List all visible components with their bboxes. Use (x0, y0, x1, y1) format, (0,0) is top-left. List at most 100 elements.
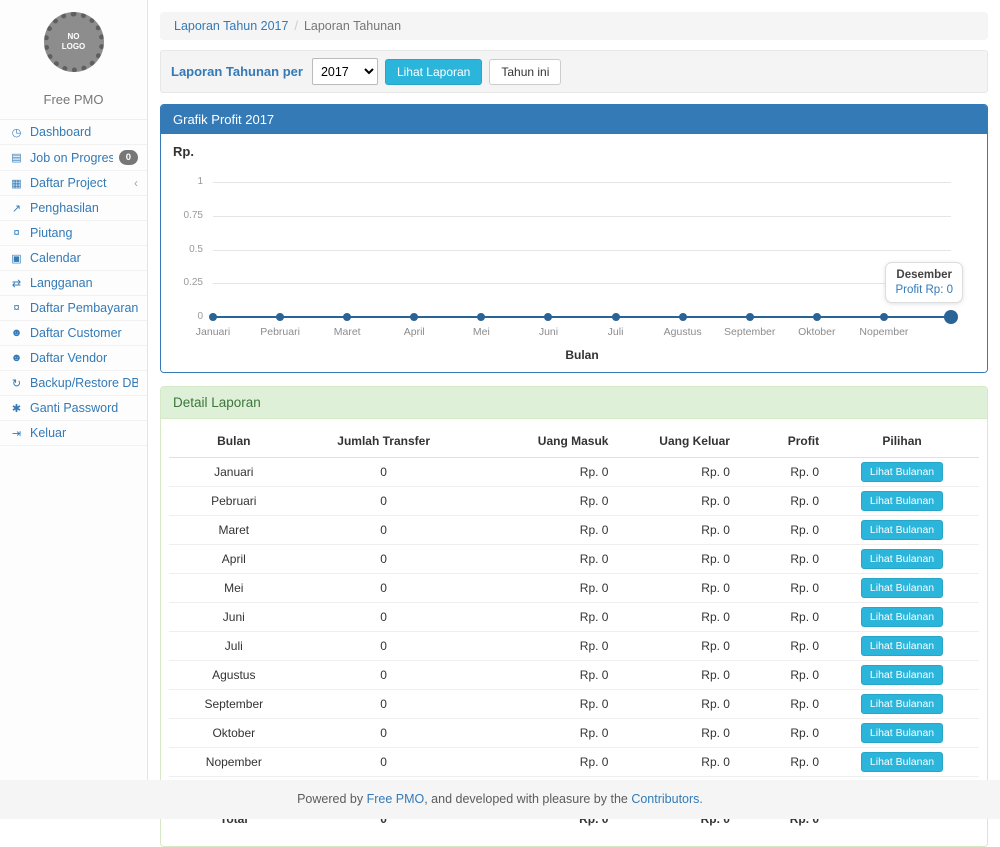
view-monthly-button-mei[interactable]: Lihat Bulanan (861, 578, 943, 598)
table-cell: Rp. 0 (736, 545, 825, 574)
chart-gridline (213, 250, 951, 251)
table-cell: 0 (299, 516, 469, 545)
chart-panel-title: Grafik Profit 2017 (161, 105, 987, 134)
table-cell: Rp. 0 (469, 719, 615, 748)
page: NO LOGO Free PMO ◷Dashboard▤Job on Progr… (0, 0, 1000, 819)
view-monthly-button-nopember[interactable]: Lihat Bulanan (861, 752, 943, 772)
table-cell: Maret (169, 516, 299, 545)
chart-point-desember[interactable] (944, 310, 958, 324)
sidebar-item-daftar-project[interactable]: ▦Daftar Project‹ (0, 171, 147, 196)
table-cell: Rp. 0 (469, 545, 615, 574)
column-header-uang-masuk: Uang Masuk (469, 425, 615, 458)
footer-link-free-pmo[interactable]: Free PMO (367, 792, 425, 806)
table-cell: Agustus (169, 661, 299, 690)
sidebar-item-calendar[interactable]: ▣Calendar (0, 246, 147, 271)
table-cell: 0 (299, 632, 469, 661)
chart-point-agustus[interactable] (679, 313, 687, 321)
table-cell: 0 (299, 574, 469, 603)
chart-point-pebruari[interactable] (276, 313, 284, 321)
sidebar-item-piutang[interactable]: ¤Piutang (0, 221, 147, 246)
view-monthly-button-oktober[interactable]: Lihat Bulanan (861, 723, 943, 743)
table-cell: Rp. 0 (469, 487, 615, 516)
view-monthly-button-juli[interactable]: Lihat Bulanan (861, 636, 943, 656)
table-row: Maret0Rp. 0Rp. 0Rp. 0Lihat Bulanan (169, 516, 979, 545)
table-cell: Rp. 0 (614, 574, 736, 603)
view-monthly-button-april[interactable]: Lihat Bulanan (861, 549, 943, 569)
table-cell: Oktober (169, 719, 299, 748)
detail-panel-title: Detail Laporan (161, 387, 987, 419)
this-year-button[interactable]: Tahun ini (489, 59, 561, 85)
table-row: Pebruari0Rp. 0Rp. 0Rp. 0Lihat Bulanan (169, 487, 979, 516)
sidebar-item-daftar-pembayaran[interactable]: ¤Daftar Pembayaran (0, 296, 147, 321)
calendar-icon: ▣ (9, 252, 24, 265)
sidebar-item-label: Daftar Vendor (30, 351, 138, 365)
sidebar-item-daftar-vendor[interactable]: ☻Daftar Vendor (0, 346, 147, 371)
table-row: September0Rp. 0Rp. 0Rp. 0Lihat Bulanan (169, 690, 979, 719)
chart-point-maret[interactable] (343, 313, 351, 321)
sidebar-item-penghasilan[interactable]: ↗Penghasilan (0, 196, 147, 221)
table-cell: 0 (299, 661, 469, 690)
sidebar-item-keluar[interactable]: ⇥Keluar (0, 421, 147, 446)
table-cell-action: Lihat Bulanan (825, 719, 979, 748)
table-cell: 0 (299, 603, 469, 632)
sidebar-item-job-on-progress[interactable]: ▤Job on Progress0 (0, 145, 147, 171)
sidebar-item-backup-restore-db[interactable]: ↻Backup/Restore DB (0, 371, 147, 396)
logo-text: NO LOGO (57, 32, 91, 53)
table-cell: Rp. 0 (736, 719, 825, 748)
chart-point-april[interactable] (410, 313, 418, 321)
table-cell: Rp. 0 (736, 487, 825, 516)
sidebar-item-ganti-password[interactable]: ✱Ganti Password (0, 396, 147, 421)
column-header-uang-keluar: Uang Keluar (614, 425, 736, 458)
chart-point-september[interactable] (746, 313, 754, 321)
table-cell: Pebruari (169, 487, 299, 516)
table-cell-action: Lihat Bulanan (825, 458, 979, 487)
sidebar-menu: ◷Dashboard▤Job on Progress0▦Daftar Proje… (0, 119, 147, 446)
no-logo-badge: NO LOGO (44, 12, 104, 72)
table-cell: Juni (169, 603, 299, 632)
chevron-left-icon: ‹ (134, 176, 138, 190)
breadcrumb-link-laporan-tahun[interactable]: Laporan Tahun 2017 (174, 19, 288, 33)
lock-icon: ✱ (9, 402, 24, 415)
sidebar-item-dashboard[interactable]: ◷Dashboard (0, 120, 147, 145)
chart-y-tick-label: 0 (167, 311, 203, 322)
sidebar-item-daftar-customer[interactable]: ☻Daftar Customer (0, 321, 147, 346)
table-cell: 0 (299, 719, 469, 748)
table-cell-action: Lihat Bulanan (825, 487, 979, 516)
table-cell: April (169, 545, 299, 574)
view-monthly-button-maret[interactable]: Lihat Bulanan (861, 520, 943, 540)
logo: NO LOGO (0, 0, 147, 82)
view-monthly-button-pebruari[interactable]: Lihat Bulanan (861, 491, 943, 511)
sidebar-item-langganan[interactable]: ⇄Langganan (0, 271, 147, 296)
chart-y-tick-label: 0.25 (167, 277, 203, 288)
table-cell: Rp. 0 (469, 574, 615, 603)
table-cell-action: Lihat Bulanan (825, 545, 979, 574)
table-cell-action: Lihat Bulanan (825, 516, 979, 545)
footer-text-prefix: Powered by (297, 792, 366, 806)
table-row: Nopember0Rp. 0Rp. 0Rp. 0Lihat Bulanan (169, 748, 979, 777)
table-row: Mei0Rp. 0Rp. 0Rp. 0Lihat Bulanan (169, 574, 979, 603)
chart-x-tick-label: September (724, 326, 775, 338)
chart-x-tick-label: Oktober (798, 326, 835, 338)
chart-point-oktober[interactable] (813, 313, 821, 321)
table-cell-action: Lihat Bulanan (825, 603, 979, 632)
view-monthly-button-september[interactable]: Lihat Bulanan (861, 694, 943, 714)
chart-point-juni[interactable] (544, 313, 552, 321)
table-cell: Rp. 0 (736, 632, 825, 661)
sidebar-item-label: Daftar Pembayaran (30, 301, 138, 315)
view-monthly-button-januari[interactable]: Lihat Bulanan (861, 462, 943, 482)
sidebar-item-label: Piutang (30, 226, 138, 240)
sidebar-item-label: Penghasilan (30, 201, 138, 215)
chart-point-nopember[interactable] (880, 313, 888, 321)
chart-x-tick-label: Juli (608, 326, 624, 338)
chart-point-juli[interactable] (612, 313, 620, 321)
chart-point-januari[interactable] (209, 313, 217, 321)
chart-point-mei[interactable] (477, 313, 485, 321)
table-row: Januari0Rp. 0Rp. 0Rp. 0Lihat Bulanan (169, 458, 979, 487)
footer: Powered by Free PMO, and developed with … (0, 780, 1000, 819)
year-select[interactable]: 2017 (312, 58, 378, 85)
view-report-button[interactable]: Lihat Laporan (385, 59, 482, 85)
view-monthly-button-agustus[interactable]: Lihat Bulanan (861, 665, 943, 685)
view-monthly-button-juni[interactable]: Lihat Bulanan (861, 607, 943, 627)
footer-link-contributors[interactable]: Contributors. (631, 792, 703, 806)
table-cell: Rp. 0 (469, 748, 615, 777)
